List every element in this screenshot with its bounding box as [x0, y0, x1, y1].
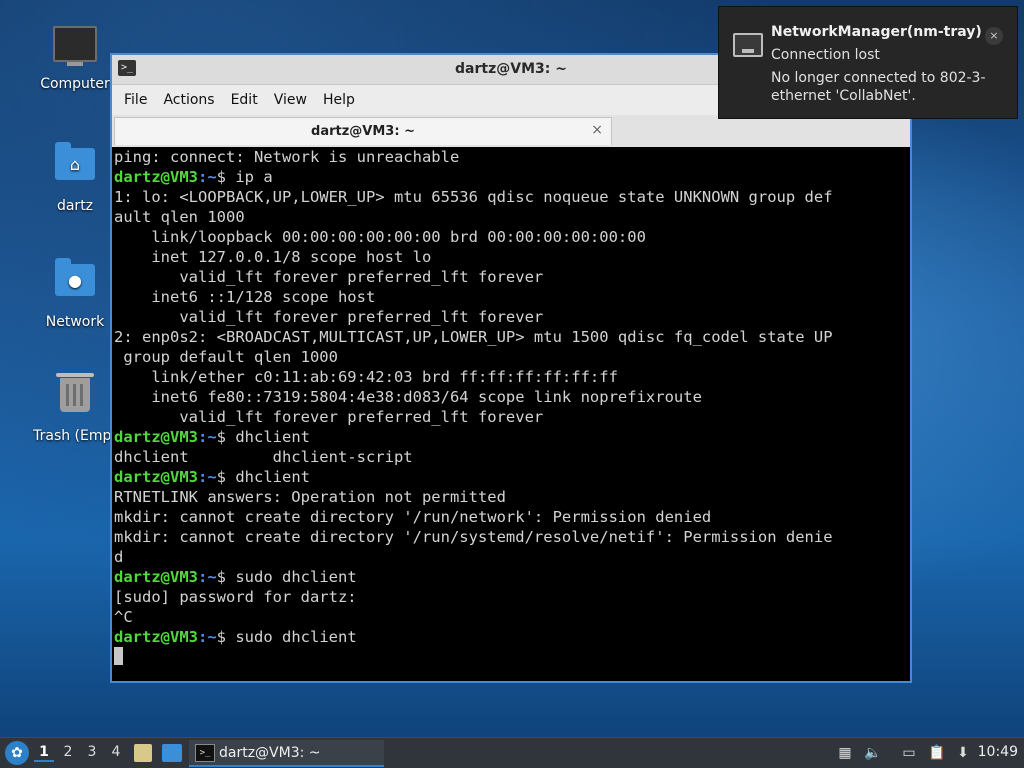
prompt-path: :~: [198, 468, 217, 486]
terminal-output-line: link/loopback 00:00:00:00:00:00 brd 00:0…: [114, 228, 646, 246]
notification-title: NetworkManager(nm-tray): [771, 24, 982, 40]
prompt-command: $ dhclient: [216, 468, 310, 486]
prompt-command: $ ip a: [216, 168, 273, 186]
trash-icon: [53, 373, 97, 422]
terminal-output-line: ping: connect: Network is unreachable: [114, 148, 460, 166]
menu-edit[interactable]: Edit: [223, 92, 266, 108]
terminal-output-line: inet6 fe80::7319:5804:4e38:d083/64 scope…: [114, 388, 702, 406]
terminal-output-line: group default qlen 1000: [114, 348, 338, 366]
file-manager-launcher-icon[interactable]: [134, 744, 152, 762]
notification-body: No longer connected to 802-3-ethernet 'C…: [771, 70, 986, 104]
terminal-output[interactable]: ping: connect: Network is unreachable dar…: [112, 147, 910, 681]
tab-terminal[interactable]: dartz@VM3: ~ ×: [114, 117, 612, 145]
prompt-user: dartz@VM3: [114, 168, 198, 186]
terminal-text: ping: connect: Network is unreachable dar…: [114, 147, 910, 667]
clock[interactable]: 10:49: [978, 744, 1018, 760]
terminal-cursor: [114, 647, 123, 665]
prompt-path: :~: [198, 428, 217, 446]
notification-popup[interactable]: NetworkManager(nm-tray) Connection lost …: [718, 6, 1018, 119]
start-menu-icon[interactable]: ✿: [5, 741, 29, 765]
prompt-user: dartz@VM3: [114, 468, 198, 486]
terminal-output-line: valid_lft forever preferred_lft forever: [114, 408, 544, 426]
terminal-output-line: valid_lft forever preferred_lft forever: [114, 308, 544, 326]
volume-icon[interactable]: 🔈: [864, 744, 882, 762]
workspace-2[interactable]: 2: [58, 744, 78, 760]
terminal-prompt-line: dartz@VM3:~$ sudo dhclient: [114, 567, 910, 587]
menu-file[interactable]: File: [116, 92, 155, 108]
menu-help[interactable]: Help: [315, 92, 363, 108]
prompt-command: $ sudo dhclient: [216, 568, 357, 586]
network-folder-icon: ●: [53, 258, 97, 308]
computer-icon: [53, 26, 97, 70]
network-wired-icon: [733, 33, 763, 57]
workspace-3[interactable]: 3: [82, 744, 102, 760]
terminal-output-line: RTNETLINK answers: Operation not permitt…: [114, 488, 506, 506]
prompt-path: :~: [198, 168, 217, 186]
terminal-prompt-line: dartz@VM3:~$ ip a: [114, 167, 910, 187]
terminal-window: >_ dartz@VM3: ~ File Actions Edit View H…: [110, 53, 912, 683]
notification-subtitle: Connection lost: [771, 47, 880, 63]
update-notifier-icon[interactable]: ⬇: [954, 744, 972, 762]
clipboard-icon[interactable]: 📋: [928, 744, 946, 762]
taskbar-terminal-button[interactable]: >_ dartz@VM3: ~: [189, 740, 384, 767]
prompt-user: dartz@VM3: [114, 628, 198, 646]
terminal-output-line: mkdir: cannot create directory '/run/sys…: [114, 528, 833, 546]
terminal-output-line: 1: lo: <LOOPBACK,UP,LOWER_UP> mtu 65536 …: [114, 188, 833, 206]
terminal-output-line: inet 127.0.0.1/8 scope host lo: [114, 248, 432, 266]
workspace-4[interactable]: 4: [106, 744, 126, 760]
terminal-prompt-line: dartz@VM3:~$ sudo dhclient: [114, 627, 910, 647]
terminal-output-line: valid_lft forever preferred_lft forever: [114, 268, 544, 286]
network-tray-icon[interactable]: ▭: [900, 744, 918, 762]
workspace-1[interactable]: 1: [34, 744, 54, 762]
prompt-path: :~: [198, 628, 217, 646]
terminal-output-line: ault qlen 1000: [114, 208, 245, 226]
tab-close-icon[interactable]: ×: [591, 122, 603, 138]
terminal-output-line: ^C: [114, 608, 133, 626]
prompt-command: $ dhclient: [216, 428, 310, 446]
close-icon[interactable]: ×: [985, 27, 1003, 45]
tab-bar: dartz@VM3: ~ ×: [112, 115, 910, 148]
terminal-output-line: [sudo] password for dartz:: [114, 588, 357, 606]
terminal-output-line: mkdir: cannot create directory '/run/net…: [114, 508, 712, 526]
home-folder-icon: ⌂: [53, 142, 97, 192]
keyboard-icon[interactable]: ▦: [836, 744, 854, 762]
terminal-output-line: 2: enp0s2: <BROADCAST,MULTICAST,UP,LOWER…: [114, 328, 833, 346]
prompt-path: :~: [198, 568, 217, 586]
terminal-cursor-line: [114, 647, 910, 667]
tab-label: dartz@VM3: ~: [311, 124, 415, 139]
terminal-prompt-line: dartz@VM3:~$ dhclient: [114, 427, 910, 447]
terminal-output-line: dhclient dhclient-script: [114, 448, 413, 466]
menu-actions[interactable]: Actions: [155, 92, 222, 108]
terminal-icon: >_: [195, 744, 215, 762]
terminal-output-line: link/ether c0:11:ab:69:42:03 brd ff:ff:f…: [114, 368, 618, 386]
prompt-user: dartz@VM3: [114, 428, 198, 446]
show-desktop-icon[interactable]: [162, 744, 182, 762]
terminal-output-line: inet6 ::1/128 scope host: [114, 288, 376, 306]
terminal-prompt-line: dartz@VM3:~$ dhclient: [114, 467, 910, 487]
prompt-user: dartz@VM3: [114, 568, 198, 586]
taskbar-terminal-label: dartz@VM3: ~: [219, 745, 321, 761]
menu-view[interactable]: View: [266, 92, 315, 108]
taskbar: ✿ 1 2 3 4 >_ dartz@VM3: ~ ▦ 🔈 ▭ 📋 ⬇ 10:4…: [0, 737, 1024, 768]
prompt-command: $ sudo dhclient: [216, 628, 357, 646]
terminal-output-line: d: [114, 548, 124, 566]
